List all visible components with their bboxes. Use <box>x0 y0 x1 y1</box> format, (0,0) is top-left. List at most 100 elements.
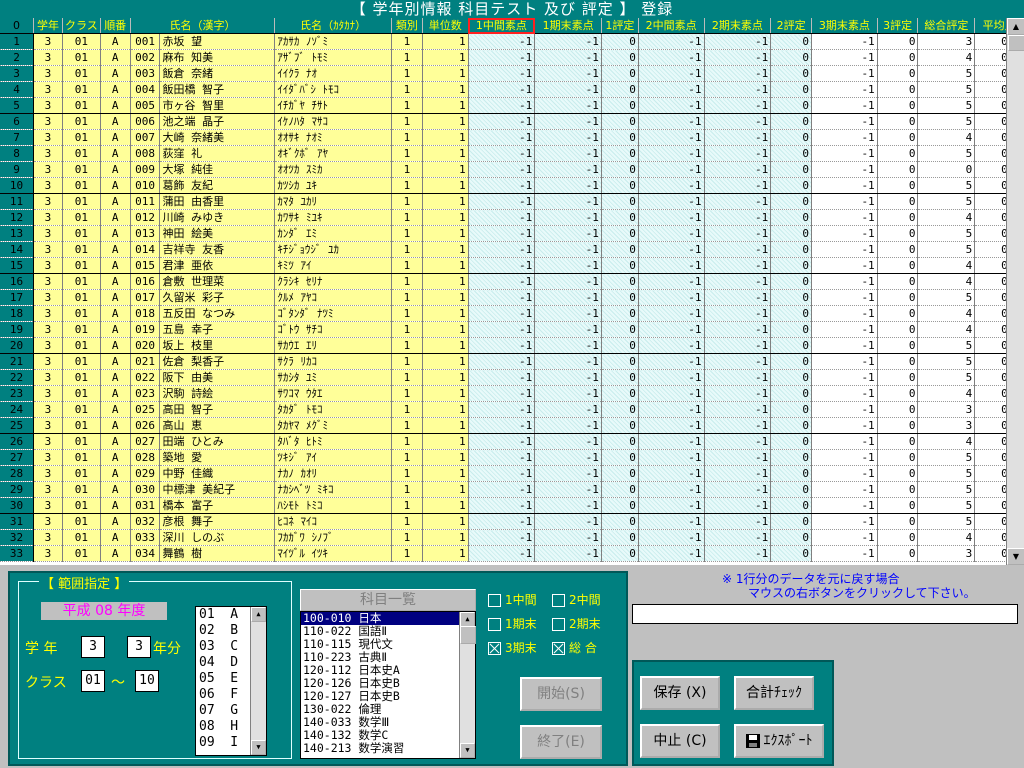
grid-cell[interactable]: -1 <box>811 193 878 210</box>
grid-cell[interactable]: A <box>100 273 131 290</box>
grid-cell[interactable]: 5 <box>917 513 976 530</box>
grid-cell[interactable]: 023 <box>130 385 161 402</box>
grid-cell[interactable]: 0 <box>601 321 639 338</box>
grid-cell[interactable]: 3 <box>33 481 63 498</box>
checkbox-icon[interactable] <box>552 618 565 631</box>
grid-cell[interactable]: -1 <box>811 529 878 546</box>
grid-cell[interactable]: -1 <box>704 177 772 194</box>
grid-cell[interactable]: 0 <box>601 81 639 98</box>
grid-cell[interactable]: 0 <box>601 449 639 466</box>
grid-cell[interactable]: 舞鶴 樹 <box>159 545 276 562</box>
grid-cell[interactable]: -1 <box>468 65 536 82</box>
grid-cell[interactable]: 1 <box>391 177 423 194</box>
grid-cell[interactable]: 3 <box>33 81 63 98</box>
grid-cell[interactable]: 01 <box>62 145 101 162</box>
grid-cell[interactable]: A <box>100 209 131 226</box>
grid-cell[interactable]: 0 <box>601 545 639 562</box>
table-row[interactable]: 15301A015君津 亜依ｷﾐﾂ ｱｲ11-1-10-1-10-1040.0 <box>0 257 1024 274</box>
grid-cell[interactable]: 005 <box>130 97 161 114</box>
grid-cell[interactable]: 007 <box>130 129 161 146</box>
grid-cell[interactable]: 4 <box>917 257 976 274</box>
grid-cell[interactable]: 田端 ひとみ <box>159 433 276 450</box>
grid-cell[interactable]: -1 <box>638 337 705 354</box>
grid-cell[interactable]: 大塚 純佳 <box>159 161 276 178</box>
grid-cell[interactable]: -1 <box>534 33 602 50</box>
grid-cell[interactable]: -1 <box>811 353 878 370</box>
grid-cell[interactable]: 4 <box>917 273 976 290</box>
grid-cell[interactable]: 0 <box>770 337 812 354</box>
grid-cell[interactable]: -1 <box>468 161 536 178</box>
grid-cell[interactable]: 0 <box>877 497 919 514</box>
grid-cell[interactable]: 5 <box>917 81 976 98</box>
grid-cell[interactable]: 0 <box>601 385 639 402</box>
grid-cell[interactable]: ﾌｶｶﾞﾜ ｼﾉﾌﾞ <box>274 529 392 546</box>
grid-cell[interactable]: -1 <box>811 369 878 386</box>
grid-cell[interactable]: 0 <box>601 161 639 178</box>
scroll-thumb[interactable] <box>1008 35 1024 51</box>
grid-cell[interactable]: 0 <box>601 305 639 322</box>
column-header[interactable]: クラス <box>62 18 101 34</box>
grid-cell[interactable]: -1 <box>704 241 772 258</box>
grid-cell[interactable]: 1 <box>422 529 469 546</box>
grid-cell[interactable]: 1 <box>391 401 423 418</box>
grid-cell[interactable]: 1 <box>422 129 469 146</box>
grid-cell[interactable]: 0 <box>877 433 919 450</box>
grid-cell[interactable]: 1 <box>422 305 469 322</box>
grid-cell[interactable]: 01 <box>62 65 101 82</box>
column-header[interactable]: 総合評定 <box>917 18 976 34</box>
grid-cell[interactable]: 3 <box>33 337 63 354</box>
grid-cell[interactable]: -1 <box>534 545 602 562</box>
grid-cell[interactable]: 0 <box>770 65 812 82</box>
grid-cell[interactable]: A <box>100 193 131 210</box>
grid-cell[interactable]: 014 <box>130 241 161 258</box>
grid-cell[interactable]: 0 <box>770 369 812 386</box>
grid-cell[interactable]: 1 <box>422 225 469 242</box>
grid-cell[interactable]: A <box>100 417 131 434</box>
grid-cell[interactable]: 026 <box>130 417 161 434</box>
grid-cell[interactable]: -1 <box>704 225 772 242</box>
grid-cell[interactable]: 1 <box>391 273 423 290</box>
grid-cell[interactable]: 3 <box>33 193 63 210</box>
grid-cell[interactable]: 01 <box>62 369 101 386</box>
grid-cell[interactable]: 1 <box>422 161 469 178</box>
grid-cell[interactable]: 5 <box>917 65 976 82</box>
grid-cell[interactable]: 01 <box>62 401 101 418</box>
grid-cell[interactable]: ﾋｺﾈ ﾏｲｺ <box>274 513 392 530</box>
grid-cell[interactable]: 028 <box>130 449 161 466</box>
grid-cell[interactable]: 0 <box>877 369 919 386</box>
grid-cell[interactable]: A <box>100 65 131 82</box>
grid-cell[interactable]: -1 <box>704 353 772 370</box>
grid-cell[interactable]: ｵｷﾞｸﾎﾞ ｱﾔ <box>274 145 392 162</box>
grid-cell[interactable]: -1 <box>468 81 536 98</box>
grid-cell[interactable]: 0 <box>601 241 639 258</box>
grid-cell[interactable]: 1 <box>422 545 469 562</box>
table-row[interactable]: 1301A001赤坂 望ｱｶｻｶ ﾉｿﾞﾐ11-1-10-1-10-1030.0 <box>0 33 1024 50</box>
grid-cell[interactable]: -1 <box>534 353 602 370</box>
grid-cell[interactable]: 5 <box>917 353 976 370</box>
grid-cell[interactable]: ｶﾜｻｷ ﾐﾕｷ <box>274 209 392 226</box>
grid-cell[interactable]: 1 <box>391 545 423 562</box>
grid-cell[interactable]: 3 <box>33 465 63 482</box>
grid-cell[interactable]: A <box>100 465 131 482</box>
grid-cell[interactable]: 1 <box>422 33 469 50</box>
grid-cell[interactable]: -1 <box>811 401 878 418</box>
grid-cell[interactable]: 01 <box>62 529 101 546</box>
grid-cell[interactable]: -1 <box>704 113 772 130</box>
grid-cell[interactable]: 0 <box>601 97 639 114</box>
grid-cell[interactable]: 1 <box>391 529 423 546</box>
grid-cell[interactable]: 5 <box>917 113 976 130</box>
grid-cell[interactable]: 彦根 舞子 <box>159 513 276 530</box>
grid-cell[interactable]: 0 <box>877 97 919 114</box>
grid-cell[interactable]: 0 <box>770 449 812 466</box>
grid-cell[interactable]: -1 <box>534 337 602 354</box>
grid-cell[interactable]: 0 <box>770 289 812 306</box>
export-button[interactable]: ｴｸｽﾎﾟｰﾄ <box>734 724 824 758</box>
table-row[interactable]: 30301A031橋本 富子ﾊｼﾓﾄ ﾄﾐｺ11-1-10-1-10-1050.… <box>0 497 1024 514</box>
grid-cell[interactable]: 0 <box>770 545 812 562</box>
column-header[interactable]: 単位数 <box>422 18 469 34</box>
grid-cell[interactable]: -1 <box>704 129 772 146</box>
grid-cell[interactable]: -1 <box>704 545 772 562</box>
grid-cell[interactable]: ｵｵﾂｶ ｽﾐｶ <box>274 161 392 178</box>
column-header[interactable]: 類別 <box>391 18 423 34</box>
grid-cell[interactable]: -1 <box>534 321 602 338</box>
